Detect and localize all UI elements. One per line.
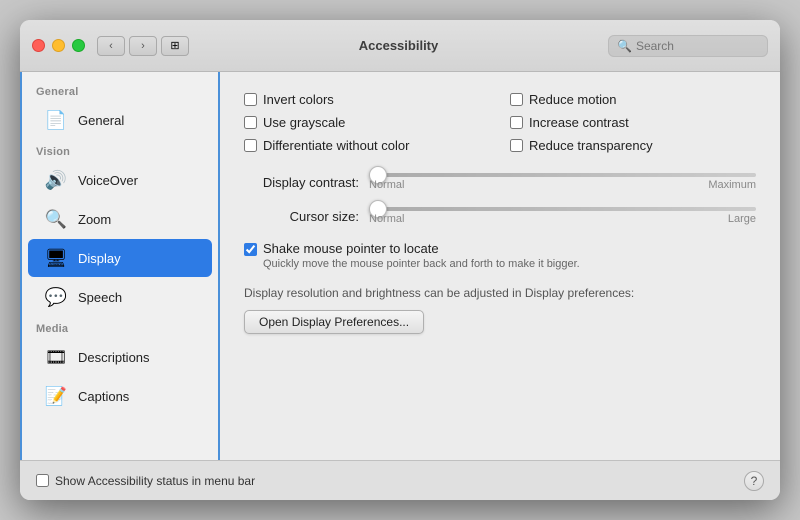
descriptions-icon: 🎞 [42,343,70,371]
show-accessibility-row: Show Accessibility status in menu bar [36,474,255,488]
display-contrast-min-label: Normal [369,179,404,191]
sidebar-item-zoom[interactable]: 🔍 Zoom [28,200,212,238]
content-area: Invert colors Reduce motion Use grayscal… [220,72,780,460]
invert-colors-label: Invert colors [263,92,334,107]
bottombar: Show Accessibility status in menu bar ? [20,460,780,500]
cursor-size-min-label: Normal [369,213,404,225]
sidebar-section-media: Media [22,317,218,337]
cursor-size-slider-container: Normal Large [369,207,756,225]
back-button[interactable]: ‹ [97,36,125,56]
sidebar-section-general: General [22,80,218,100]
cursor-size-group: Cursor size: Normal Large [244,207,756,225]
sidebar-item-label-voiceover: VoiceOver [78,173,138,188]
display-contrast-slider-container: Normal Maximum [369,173,756,191]
display-contrast-group: Display contrast: Normal Maximum [244,173,756,191]
reduce-motion-checkbox[interactable] [510,93,523,106]
zoom-icon: 🔍 [42,205,70,233]
speech-icon: 💬 [42,283,70,311]
general-icon: 📄 [42,106,70,134]
invert-colors-item[interactable]: Invert colors [244,92,490,107]
forward-button[interactable]: › [129,36,157,56]
show-accessibility-checkbox[interactable] [36,474,49,487]
cursor-size-slider-labels: Normal Large [369,213,756,225]
increase-contrast-label: Increase contrast [529,115,629,130]
display-contrast-max-label: Maximum [708,179,756,191]
sidebar-item-descriptions[interactable]: 🎞 Descriptions [28,338,212,376]
checkboxes-grid: Invert colors Reduce motion Use grayscal… [244,92,756,153]
show-accessibility-label: Show Accessibility status in menu bar [55,474,255,488]
traffic-lights [32,39,85,52]
shake-checkbox[interactable] [244,243,257,256]
sidebar-item-captions[interactable]: 📝 Captions [28,377,212,415]
sidebar-item-label-general: General [78,113,124,128]
invert-colors-checkbox[interactable] [244,93,257,106]
cursor-size-label: Cursor size: [244,209,359,224]
titlebar: ‹ › ⊞ Accessibility 🔍 [20,20,780,72]
close-button[interactable] [32,39,45,52]
reduce-transparency-item[interactable]: Reduce transparency [510,138,756,153]
sidebar-item-label-descriptions: Descriptions [78,350,150,365]
grid-button[interactable]: ⊞ [161,36,189,56]
display-icon: 🖥 [42,244,70,272]
use-grayscale-checkbox[interactable] [244,116,257,129]
increase-contrast-checkbox[interactable] [510,116,523,129]
use-grayscale-label: Use grayscale [263,115,345,130]
sidebar-item-label-speech: Speech [78,290,122,305]
search-icon: 🔍 [617,39,632,53]
search-input[interactable] [636,39,759,53]
display-prefs-note: Display resolution and brightness can be… [244,286,756,300]
cursor-size-slider[interactable] [369,207,756,211]
minimize-button[interactable] [52,39,65,52]
reduce-motion-label: Reduce motion [529,92,616,107]
display-contrast-slider-labels: Normal Maximum [369,179,756,191]
increase-contrast-item[interactable]: Increase contrast [510,115,756,130]
display-contrast-slider[interactable] [369,173,756,177]
sidebar-item-label-zoom: Zoom [78,212,111,227]
reduce-transparency-checkbox[interactable] [510,139,523,152]
reduce-motion-item[interactable]: Reduce motion [510,92,756,107]
sidebar-item-speech[interactable]: 💬 Speech [28,278,212,316]
sidebar: General 📄 General Vision 🔊 VoiceOver 🔍 Z… [20,72,220,460]
main-area: General 📄 General Vision 🔊 VoiceOver 🔍 Z… [20,72,780,460]
main-window: ‹ › ⊞ Accessibility 🔍 General 📄 General … [20,20,780,500]
differentiate-without-color-checkbox[interactable] [244,139,257,152]
sidebar-item-label-captions: Captions [78,389,129,404]
window-title: Accessibility [189,38,608,53]
voiceover-icon: 🔊 [42,166,70,194]
display-contrast-row: Display contrast: Normal Maximum [244,173,756,191]
display-contrast-label: Display contrast: [244,175,359,190]
help-button[interactable]: ? [744,471,764,491]
differentiate-without-color-label: Differentiate without color [263,138,409,153]
reduce-transparency-label: Reduce transparency [529,138,653,153]
shake-main-label: Shake mouse pointer to locate [263,241,580,256]
differentiate-without-color-item[interactable]: Differentiate without color [244,138,490,153]
sidebar-item-general[interactable]: 📄 General [28,101,212,139]
shake-text-group: Shake mouse pointer to locate Quickly mo… [263,241,580,270]
use-grayscale-item[interactable]: Use grayscale [244,115,490,130]
nav-buttons: ‹ › [97,36,157,56]
sidebar-item-voiceover[interactable]: 🔊 VoiceOver [28,161,212,199]
sidebar-item-label-display: Display [78,251,121,266]
shake-sub-label: Quickly move the mouse pointer back and … [263,258,580,270]
shake-row: Shake mouse pointer to locate Quickly mo… [244,241,756,270]
maximize-button[interactable] [72,39,85,52]
sidebar-section-vision: Vision [22,140,218,160]
captions-icon: 📝 [42,382,70,410]
sidebar-item-display[interactable]: 🖥 Display [28,239,212,277]
cursor-size-max-label: Large [728,213,756,225]
search-bar[interactable]: 🔍 [608,35,768,57]
open-display-preferences-button[interactable]: Open Display Preferences... [244,310,424,334]
cursor-size-row: Cursor size: Normal Large [244,207,756,225]
